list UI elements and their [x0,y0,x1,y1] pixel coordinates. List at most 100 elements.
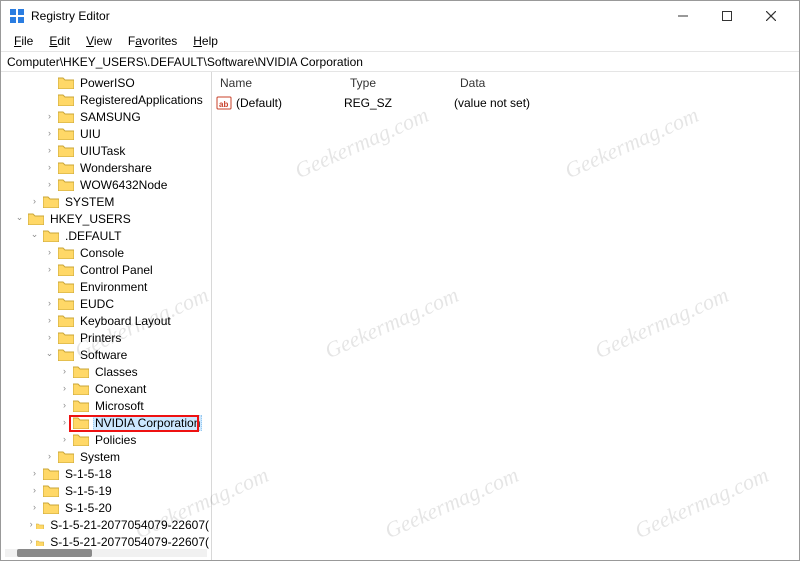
folder-icon [43,229,59,242]
tree-item[interactable]: ⌄.DEFAULT [1,227,211,244]
column-header-name[interactable]: Name [212,73,342,93]
chevron-right-icon[interactable]: › [28,484,41,497]
menubar: File Edit View Favorites Help [1,31,799,51]
tree-item[interactable]: ›Control Panel [1,261,211,278]
chevron-right-icon[interactable]: › [43,178,56,191]
tree-item-selected[interactable]: ›NVIDIA Corporation [1,414,211,431]
value-name: (Default) [236,96,344,110]
folder-icon [58,450,74,463]
tree-item[interactable]: ›S-1-5-21-2077054079-22607( [1,516,211,533]
tree-item[interactable]: ›SYSTEM [1,193,211,210]
chevron-right-icon[interactable]: › [43,144,56,157]
chevron-right-icon[interactable]: › [43,110,56,123]
tree-item[interactable]: ›SAMSUNG [1,108,211,125]
folder-icon [43,195,59,208]
menu-file[interactable]: File [7,33,40,49]
tree-item[interactable]: RegisteredApplications [1,91,211,108]
chevron-right-icon[interactable]: › [43,450,56,463]
tree-item[interactable]: ›UIUTask [1,142,211,159]
svg-text:ab: ab [219,100,228,109]
maximize-button[interactable] [705,2,749,30]
horizontal-scrollbar[interactable] [5,549,207,557]
menu-help[interactable]: Help [186,33,225,49]
chevron-right-icon[interactable]: › [58,416,71,429]
chevron-right-icon[interactable]: › [43,161,56,174]
value-type: REG_SZ [344,96,454,110]
chevron-right-icon[interactable]: › [28,501,41,514]
tree-item[interactable]: ›S-1-5-19 [1,482,211,499]
tree-item[interactable]: ›Wondershare [1,159,211,176]
chevron-down-icon[interactable]: ⌄ [13,211,26,224]
tree-item[interactable]: ›Policies [1,431,211,448]
folder-icon [58,110,74,123]
chevron-right-icon[interactable]: › [43,314,56,327]
tree-item[interactable]: ›S-1-5-20 [1,499,211,516]
folder-icon [73,399,89,412]
tree-item[interactable]: ›Microsoft [1,397,211,414]
tree-item[interactable]: Environment [1,278,211,295]
tree-item[interactable]: ›S-1-5-21-2077054079-22607( [1,533,211,550]
minimize-button[interactable] [661,2,705,30]
menu-edit[interactable]: Edit [42,33,77,49]
chevron-right-icon[interactable]: › [43,331,56,344]
folder-icon [58,127,74,140]
folder-icon [36,535,44,548]
tree-item[interactable]: ›Conexant [1,380,211,397]
tree-item[interactable]: ›Classes [1,363,211,380]
app-icon [9,8,25,24]
folder-icon [58,263,74,276]
folder-icon [58,280,74,293]
folder-icon [36,518,44,531]
tree-item[interactable]: ›Keyboard Layout [1,312,211,329]
chevron-down-icon[interactable]: ⌄ [28,228,41,241]
chevron-right-icon[interactable]: › [43,297,56,310]
window-title: Registry Editor [31,9,110,23]
column-header-data[interactable]: Data [452,73,799,93]
folder-icon [58,348,74,361]
chevron-right-icon[interactable]: › [28,535,34,548]
tree-item[interactable]: ›EUDC [1,295,211,312]
scrollbar-thumb[interactable] [17,549,92,557]
tree-item[interactable]: ›Printers [1,329,211,346]
tree-item[interactable]: ›UIU [1,125,211,142]
folder-icon [58,331,74,344]
chevron-right-icon[interactable]: › [43,263,56,276]
tree-item[interactable]: ›System [1,448,211,465]
folder-icon [58,297,74,310]
column-header-type[interactable]: Type [342,73,452,93]
chevron-right-icon[interactable]: › [28,467,41,480]
folder-icon [73,382,89,395]
folder-icon [43,484,59,497]
address-bar[interactable] [1,51,799,72]
tree-item[interactable]: ›S-1-5-18 [1,465,211,482]
chevron-right-icon[interactable]: › [58,365,71,378]
main-split: PowerISO RegisteredApplications ›SAMSUNG… [1,72,799,560]
folder-icon [58,178,74,191]
chevron-down-icon[interactable]: ⌄ [43,347,56,360]
tree-item[interactable]: ›WOW6432Node [1,176,211,193]
folder-icon [73,365,89,378]
chevron-right-icon[interactable]: › [43,246,56,259]
menu-view[interactable]: View [79,33,119,49]
chevron-right-icon[interactable]: › [58,433,71,446]
tree-item[interactable]: ⌄HKEY_USERS [1,210,211,227]
value-row[interactable]: ab (Default) REG_SZ (value not set) [212,94,799,112]
address-input[interactable] [7,55,793,69]
menu-favorites[interactable]: Favorites [121,33,184,49]
values-pane[interactable]: Name Type Data ab (Default) REG_SZ (valu… [212,72,799,560]
folder-icon [58,246,74,259]
close-button[interactable] [749,2,793,30]
chevron-right-icon[interactable]: › [28,518,34,531]
folder-icon [73,433,89,446]
chevron-right-icon[interactable]: › [28,195,41,208]
tree-scroll: PowerISO RegisteredApplications ›SAMSUNG… [1,72,211,560]
value-data: (value not set) [454,96,799,110]
tree-item[interactable]: PowerISO [1,74,211,91]
tree-item[interactable]: ›Console [1,244,211,261]
column-headers[interactable]: Name Type Data [212,72,799,94]
chevron-right-icon[interactable]: › [58,399,71,412]
tree-item[interactable]: ⌄Software [1,346,211,363]
chevron-right-icon[interactable]: › [58,382,71,395]
chevron-right-icon[interactable]: › [43,127,56,140]
tree-pane[interactable]: PowerISO RegisteredApplications ›SAMSUNG… [1,72,212,560]
